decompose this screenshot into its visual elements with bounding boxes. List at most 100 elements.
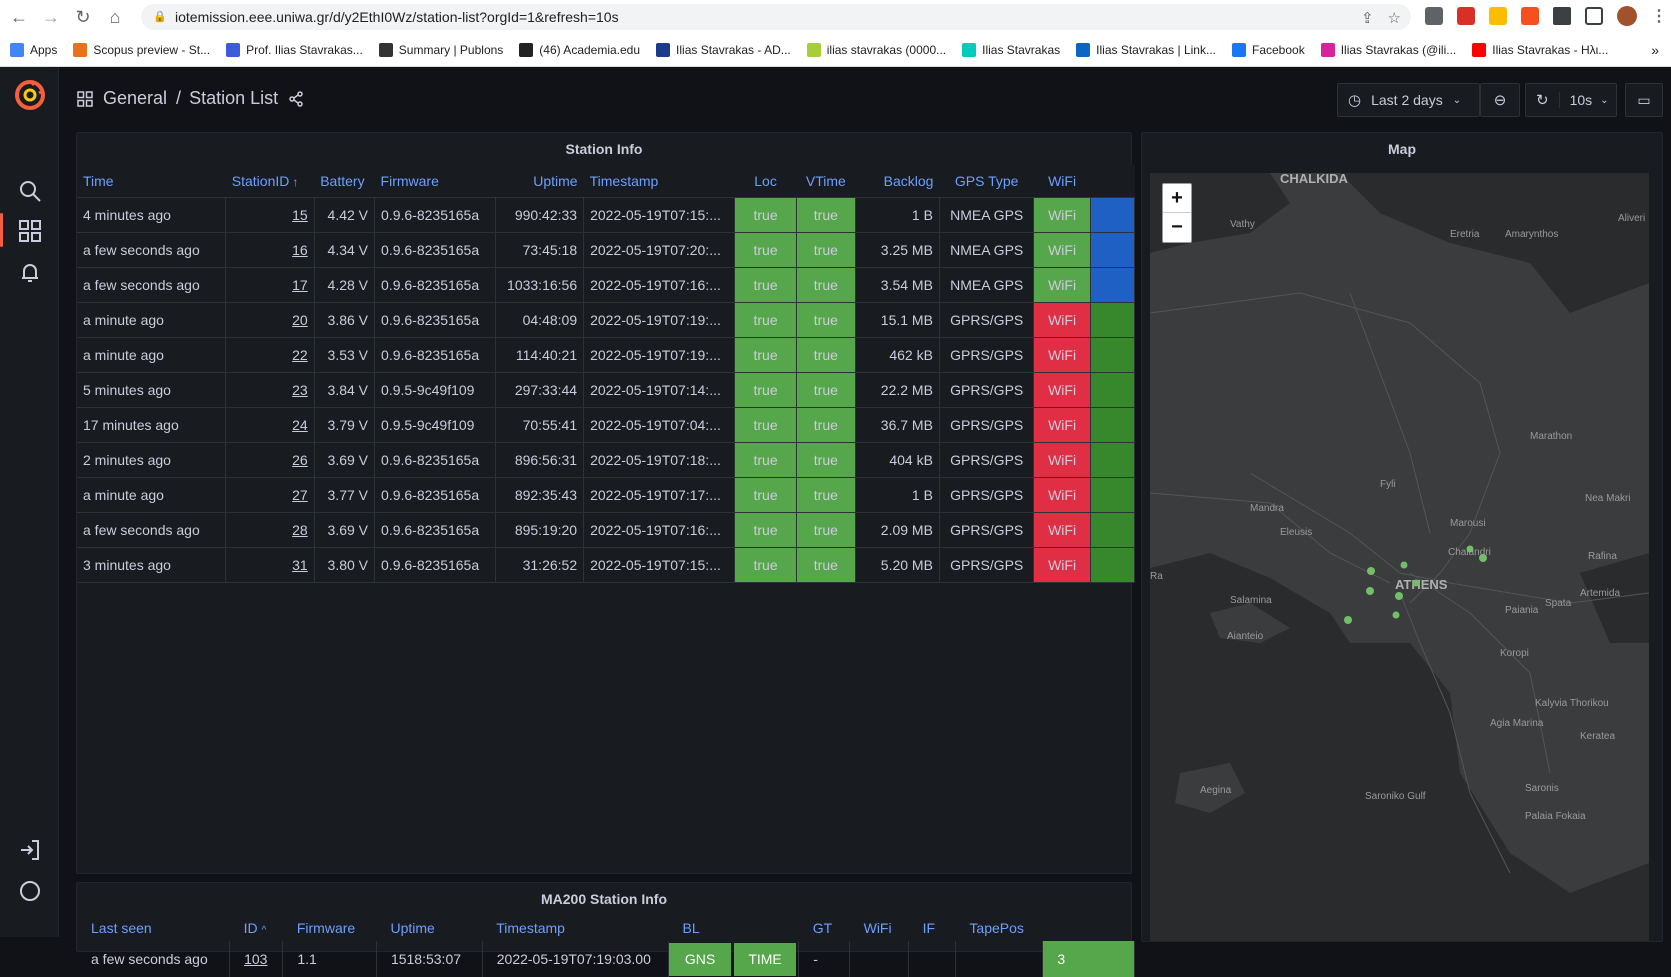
station-id-link[interactable]: 16 [292,242,308,258]
bookmark-item[interactable]: Apps [10,43,57,57]
panel-title[interactable]: MA200 Station Info [77,883,1131,915]
bookmark-item[interactable]: Scopus preview - St... [73,43,210,57]
bell-icon[interactable] [18,261,42,285]
menu-icon[interactable]: ⋮ [1651,6,1667,26]
puzzle-icon[interactable] [1553,7,1571,25]
grafana-logo[interactable] [14,79,46,111]
extension-icon[interactable] [1425,7,1443,25]
station-marker[interactable] [1479,554,1487,562]
geomap[interactable]: + − CHALKIDA Vathy Eretria Amarynthos Aliver… [1150,173,1649,941]
column-header-if[interactable]: IF [909,915,956,941]
search-icon[interactable] [18,179,42,203]
station-id-link[interactable]: 15 [292,207,308,223]
time-picker[interactable]: ◷ Last 2 days ⌄ [1337,83,1480,117]
column-header-last-seen[interactable]: Last seen [77,915,230,941]
station-id-link[interactable]: 22 [292,347,308,363]
column-header-wifi[interactable]: WiFi [1033,165,1091,198]
bookmark-item[interactable]: Ilias Stavrakas | Link... [1076,43,1216,57]
station-id-link[interactable]: 28 [292,522,308,538]
station-marker[interactable] [1466,545,1474,553]
column-header-time[interactable]: Time [77,165,226,198]
address-bar[interactable]: 🔒 iotemission.eee.uniwa.gr/d/y2EthI0Wz/s… [141,4,1411,30]
station-id-link[interactable]: 17 [292,277,308,293]
bookmark-item[interactable]: Prof. Ilias Stavrakas... [226,43,363,57]
station-id-link[interactable]: 20 [292,312,308,328]
column-header-uptime[interactable]: Uptime [495,165,584,198]
tv-mode-button[interactable]: ▭ [1625,83,1663,117]
sign-in-icon[interactable] [18,838,42,862]
reload-icon[interactable]: ↻ [70,4,96,30]
station-id-link[interactable]: 103 [244,951,267,967]
table-row[interactable]: a minute ago 22 3.53 V 0.9.6-8235165a 114:40… [77,337,1136,373]
station-marker[interactable] [1344,616,1352,624]
column-header-stationid[interactable]: StationID ↑ [225,165,315,198]
station-marker[interactable] [1395,592,1403,600]
media-extension-icon[interactable] [1521,7,1539,25]
share-icon[interactable] [288,90,304,107]
share-icon[interactable]: ⇪ [1361,9,1374,27]
bookmark-item[interactable]: Ilias Stavrakas [962,43,1060,57]
table-row[interactable]: a few seconds ago 16 4.34 V 0.9.6-8235165a 7… [77,232,1136,268]
column-header-uptime[interactable]: Uptime [376,915,482,941]
panel-title[interactable]: Station Info [77,133,1131,165]
column-header-wifi[interactable]: WiFi [850,915,909,941]
sidepanel-icon[interactable] [1585,7,1603,25]
station-id-link[interactable]: 31 [292,557,308,573]
station-marker[interactable] [1392,611,1400,619]
table-row[interactable]: 5 minutes ago 23 3.84 V 0.9.5-9c49f109 297:3… [77,372,1136,408]
refresh-button[interactable]: ↻ 10s ⌄ [1525,83,1617,117]
bookmark-item[interactable]: Ilias Stavrakas - AD... [656,43,791,57]
column-header-vtime[interactable]: VTime [796,165,855,198]
table-row[interactable]: 2 minutes ago 26 3.69 V 0.9.6-8235165a 896:5… [77,442,1136,478]
table-row[interactable]: a few seconds ago 28 3.69 V 0.9.6-8235165a 8… [77,512,1136,548]
panel-title[interactable]: Map [1142,133,1662,165]
pdf-extension-icon[interactable] [1457,7,1475,25]
station-id-link[interactable]: 24 [292,417,308,433]
station-id-link[interactable]: 23 [292,382,308,398]
column-header-firmware[interactable]: Firmware [374,165,496,198]
back-icon[interactable]: ← [6,4,32,30]
profile-avatar[interactable] [1617,6,1637,26]
column-header-timestamp[interactable]: Timestamp [482,915,668,941]
more-bookmarks-icon[interactable]: » [1651,42,1659,58]
column-header-id[interactable]: ID ^ [230,915,283,941]
help-icon[interactable] [18,879,42,903]
home-icon[interactable]: ⌂ [102,4,128,30]
star-icon[interactable]: ☆ [1388,9,1401,27]
bookmark-item[interactable]: ilias stavrakas (0000... [806,43,946,57]
station-marker[interactable] [1366,587,1374,595]
station-marker[interactable] [1412,579,1420,587]
folder-link[interactable]: General [103,88,167,109]
bookmark-item[interactable]: (46) Academia.edu [519,43,640,57]
cell-last-seen: a few seconds ago [77,941,231,977]
cell-station-id: 24 [225,407,315,443]
column-header-backlog[interactable]: Backlog [855,165,940,198]
bookmark-item[interactable]: Ilias Stavrakas (@ili... [1320,43,1456,57]
table-row[interactable]: a few seconds ago 17 4.28 V 0.9.6-8235165a 1… [77,267,1136,303]
table-row[interactable]: a minute ago 20 3.86 V 0.9.6-8235165a 04:48:… [77,302,1136,338]
bookmark-item[interactable]: Facebook [1232,43,1305,57]
table-row[interactable]: 3 minutes ago 31 3.80 V 0.9.6-8235165a 31:26… [77,547,1136,583]
column-header-loc[interactable]: Loc [734,165,797,198]
table-row[interactable]: 4 minutes ago 15 4.42 V 0.9.6-8235165a 990:4… [77,197,1136,233]
drive-extension-icon[interactable] [1489,7,1507,25]
column-header-bl[interactable]: BL [669,915,799,941]
station-id-link[interactable]: 26 [292,452,308,468]
dashboards-icon[interactable] [18,219,42,243]
column-header-gt[interactable]: GT [799,915,850,941]
column-header-battery[interactable]: Battery [314,165,375,198]
bookmark-item[interactable]: Summary | Publons [378,43,503,57]
station-marker[interactable] [1367,567,1375,575]
zoom-out-button[interactable]: ⊖ [1480,83,1520,117]
column-header-tapepos[interactable]: TapePos [955,915,1042,941]
table-row[interactable]: a minute ago 27 3.77 V 0.9.6-8235165a 892:35… [77,477,1136,513]
station-id-link[interactable]: 27 [292,487,308,503]
forward-icon[interactable]: → [38,4,64,30]
column-header-firmware[interactable]: Firmware [283,915,377,941]
dashboard-title[interactable]: Station List [189,88,278,109]
bookmark-item[interactable]: Ilias Stavrakas - Ηλι... [1472,43,1608,57]
column-header-timestamp[interactable]: Timestamp [583,165,735,198]
station-marker[interactable] [1400,561,1408,569]
column-header-gps-type[interactable]: GPS Type [939,165,1034,198]
table-row[interactable]: 17 minutes ago 24 3.79 V 0.9.5-9c49f109 70:5… [77,407,1136,443]
